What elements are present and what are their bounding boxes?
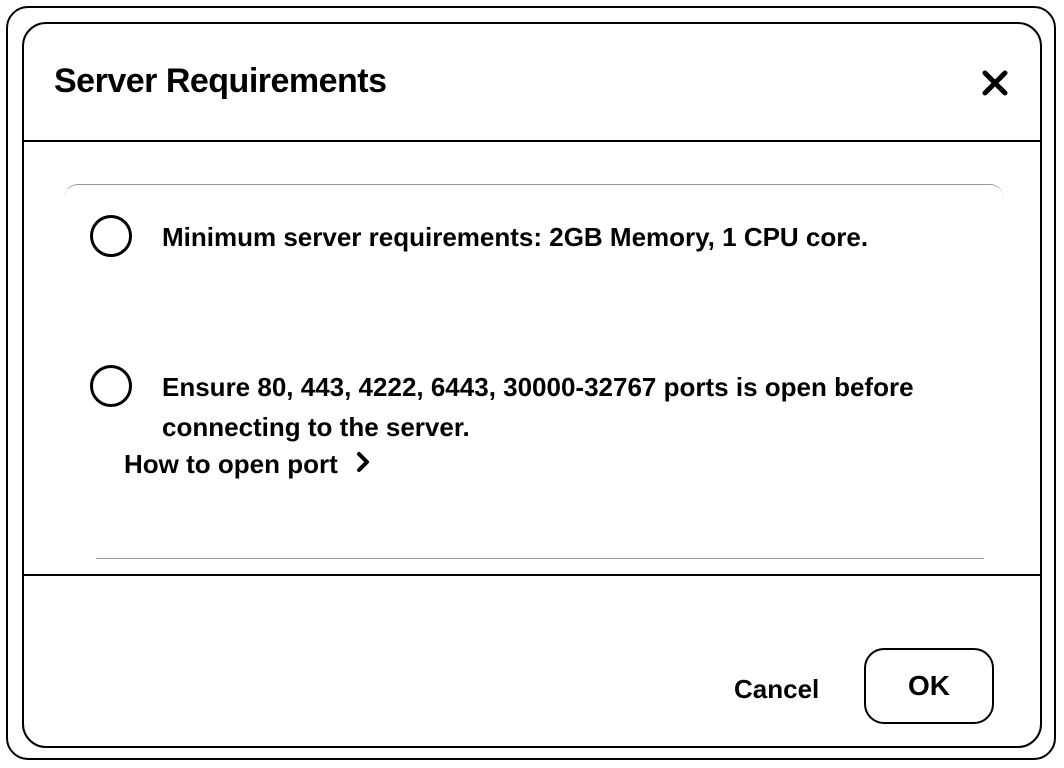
requirement-item-memory[interactable]: Minimum server requirements: 2GB Memory,… xyxy=(90,215,868,257)
dialog-title: Server Requirements xyxy=(54,62,387,100)
requirement-radio-ports[interactable] xyxy=(90,365,132,407)
ok-button[interactable]: OK xyxy=(864,648,994,724)
requirement-text-ports: Ensure 80, 443, 4222, 6443, 30000-32767 … xyxy=(162,372,914,442)
chevron-right-icon xyxy=(356,449,370,480)
close-button[interactable] xyxy=(980,68,1010,98)
dialog-body: Minimum server requirements: 2GB Memory,… xyxy=(24,144,1040,576)
requirements-panel: Minimum server requirements: 2GB Memory,… xyxy=(64,184,1004,538)
server-requirements-dialog: Server Requirements Minimum server requi… xyxy=(22,22,1042,748)
requirement-item-ports[interactable]: Ensure 80, 443, 4222, 6443, 30000-32767 … xyxy=(90,365,942,447)
requirement-text-memory: Minimum server requirements: 2GB Memory,… xyxy=(162,222,869,252)
dialog-header: Server Requirements xyxy=(24,24,1040,142)
close-icon xyxy=(982,70,1008,96)
requirement-radio-memory[interactable] xyxy=(90,215,132,257)
cancel-button[interactable]: Cancel xyxy=(734,674,819,705)
how-to-open-port-label: How to open port xyxy=(124,449,338,479)
how-to-open-port-link[interactable]: How to open port xyxy=(124,449,370,480)
dialog-footer: Cancel OK xyxy=(24,576,1040,746)
panel-divider xyxy=(96,558,984,559)
